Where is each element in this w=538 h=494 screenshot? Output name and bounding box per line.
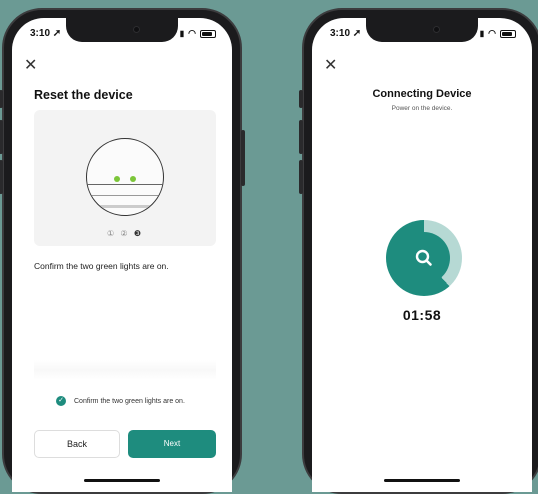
mute-switch <box>0 90 3 108</box>
search-icon <box>415 249 432 266</box>
device-illustration <box>86 138 164 216</box>
check-circle-icon[interactable]: ✓ <box>56 396 66 406</box>
power-button <box>241 130 245 186</box>
page-title: Reset the device <box>34 88 133 102</box>
signal-icon: ▮ <box>479 29 485 38</box>
status-time: 3:10 ➚ <box>30 28 62 39</box>
green-light-icon <box>130 176 136 182</box>
checkbox-label: Confirm the two green lights are on. <box>74 397 185 405</box>
step-3[interactable]: ❸ <box>134 229 143 238</box>
wifi-icon: ◠ <box>488 28 496 38</box>
mute-switch <box>299 90 303 108</box>
volume-down-button <box>299 160 303 194</box>
step-indicator: ① ② ❸ <box>34 229 216 238</box>
status-bar: 3:10 ➚ ▮ ◠ <box>312 26 532 42</box>
home-indicator[interactable] <box>84 479 160 482</box>
close-icon[interactable]: ✕ <box>24 58 37 74</box>
phone-right: 3:10 ➚ ▮ ◠ ✕ Connecting Device Power on … <box>299 8 538 494</box>
instruction-text: Confirm the two green lights are on. <box>34 261 169 271</box>
signal-icon: ▮ <box>179 29 185 38</box>
location-arrow-icon: ➚ <box>352 28 362 39</box>
battery-icon <box>200 29 216 38</box>
next-button[interactable]: Next <box>128 430 216 458</box>
close-icon[interactable]: ✕ <box>324 58 337 74</box>
confirm-checkbox-row[interactable]: ✓ Confirm the two green lights are on. <box>56 396 185 406</box>
screen-connecting-device: 3:10 ➚ ▮ ◠ ✕ Connecting Device Power on … <box>312 18 532 492</box>
volume-down-button <box>0 160 3 194</box>
wifi-icon: ◠ <box>188 28 196 38</box>
location-arrow-icon: ➚ <box>52 28 62 39</box>
status-time: 3:10 ➚ <box>330 28 362 39</box>
search-badge <box>398 232 450 284</box>
volume-up-button <box>0 120 3 154</box>
countdown-timer: 01:58 <box>402 307 442 323</box>
green-light-icon <box>114 176 120 182</box>
connection-progress-ring <box>386 220 462 296</box>
phone-left: 3:10 ➚ ▮ ◠ ✕ Reset the device ① ② ❸ Conf… <box>0 8 245 494</box>
page-subtitle: Power on the device. <box>391 105 453 112</box>
fade-overlay <box>34 360 216 380</box>
device-illustration-card: ① ② ❸ <box>34 110 216 246</box>
home-indicator[interactable] <box>384 479 460 482</box>
back-button[interactable]: Back <box>34 430 120 458</box>
volume-up-button <box>299 120 303 154</box>
battery-icon <box>500 29 516 38</box>
screen-reset-device: 3:10 ➚ ▮ ◠ ✕ Reset the device ① ② ❸ Conf… <box>12 18 232 492</box>
page-title: Connecting Device <box>372 88 472 100</box>
step-1[interactable]: ① <box>107 229 116 238</box>
step-2[interactable]: ② <box>120 229 129 238</box>
status-bar: 3:10 ➚ ▮ ◠ <box>12 26 232 42</box>
